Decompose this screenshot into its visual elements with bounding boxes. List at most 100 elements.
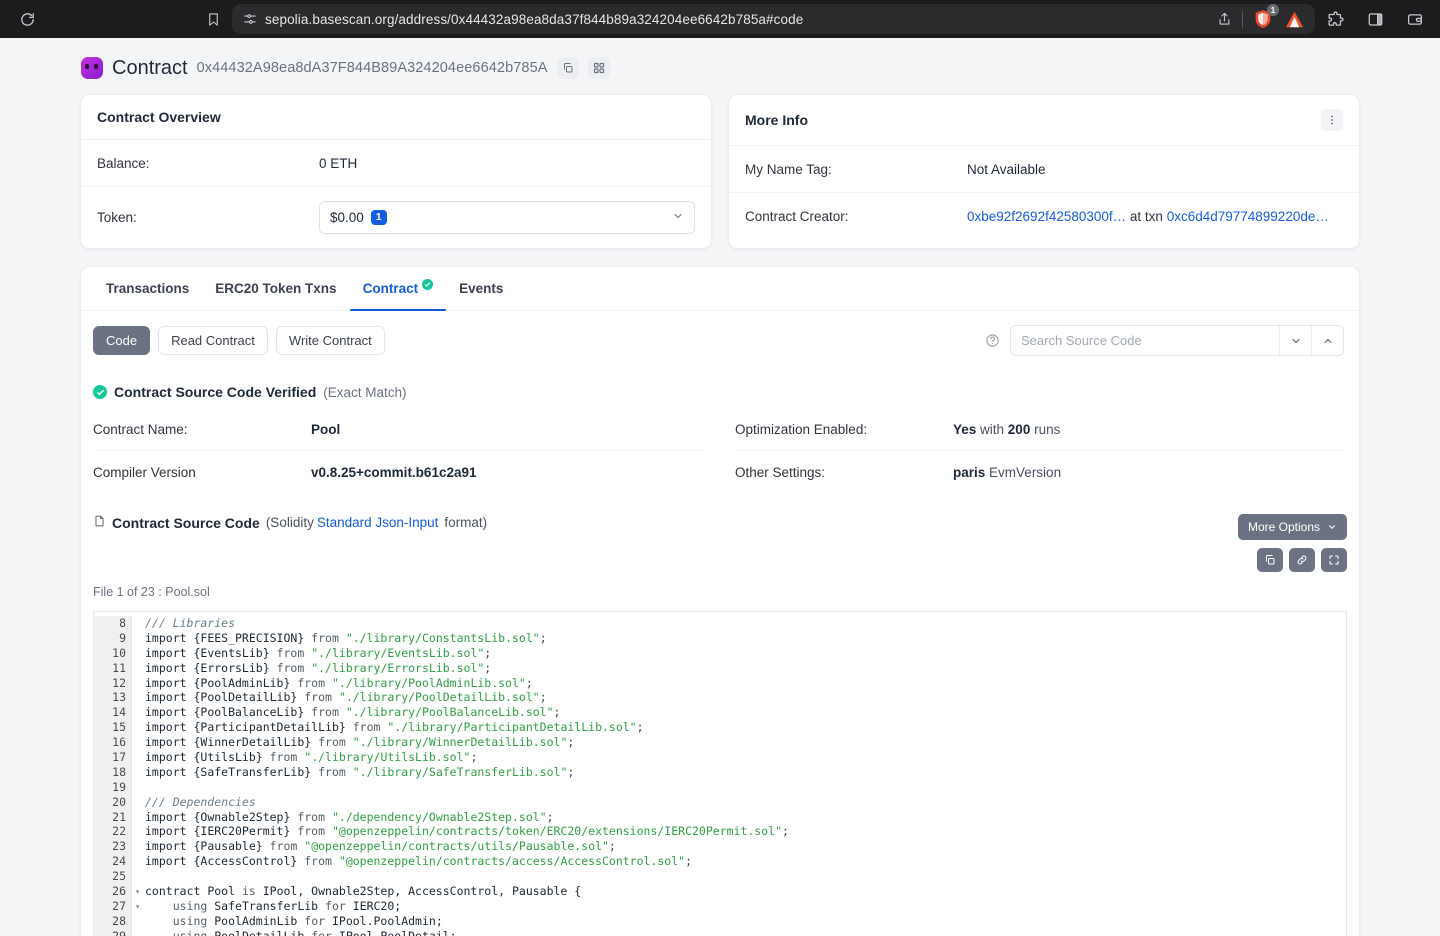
line-number: 22 xyxy=(112,824,126,839)
tab-transactions[interactable]: Transactions xyxy=(93,267,202,310)
fold-toggle-icon[interactable]: ▾ xyxy=(135,900,140,915)
tab-erc20-token-txns[interactable]: ERC20 Token Txns xyxy=(202,267,349,310)
creator-address-link[interactable]: 0xbe92f2692f42580300f… xyxy=(967,209,1126,224)
share-icon[interactable] xyxy=(1215,10,1233,28)
search-input[interactable] xyxy=(1011,326,1279,355)
row-other-settings: Other Settings: paris EvmVersion xyxy=(735,451,1347,494)
tab-label: ERC20 Token Txns xyxy=(215,280,337,296)
code-token: ; xyxy=(567,764,575,779)
brave-leo-icon[interactable] xyxy=(1283,8,1305,30)
code-line: /// Libraries xyxy=(145,616,1346,631)
bookmark-icon[interactable] xyxy=(200,6,226,32)
source-code-viewer[interactable]: 8 9 10 11 12 13 14 15 16 17 18 19 20 21 22 23 24 25 26 ▾ 27 ▾… xyxy=(93,611,1347,936)
code-token: {FEES_PRECISION} xyxy=(186,630,312,645)
subtab-write-contract[interactable]: Write Contract xyxy=(275,326,385,355)
code-token: Pool xyxy=(200,884,242,899)
standard-json-input-link[interactable]: Standard Json-Input xyxy=(317,515,439,530)
other-settings-value: paris EvmVersion xyxy=(953,465,1061,480)
site-settings-icon[interactable] xyxy=(242,12,257,27)
copy-address-button[interactable] xyxy=(556,57,579,79)
url-text: sepolia.basescan.org/address/0x44432a98e… xyxy=(265,11,804,27)
optimization-with: with xyxy=(976,421,1008,437)
code-token: PoolDetailLib xyxy=(207,928,312,936)
fold-toggle-icon[interactable]: ▾ xyxy=(135,885,140,900)
code-line: import {PoolDetailLib} from "./library/P… xyxy=(145,690,1346,705)
name-tag-label: My Name Tag: xyxy=(745,161,832,177)
more-info-menu-button[interactable] xyxy=(1321,109,1343,131)
code-token: import xyxy=(145,705,187,720)
contract-address: 0x44432A98ea8dA37F844B89A324204ee6642b78… xyxy=(196,60,548,76)
more-options-button[interactable]: More Options xyxy=(1237,514,1347,540)
code-token: from xyxy=(297,675,326,690)
row-name-tag: My Name Tag: Not Available xyxy=(729,146,1359,193)
more-info-card: More Info My Name Tag: Not Available Con… xyxy=(728,94,1360,249)
creator-txn-link[interactable]: 0xc6d4d79774899220de… xyxy=(1167,209,1329,224)
token-count-badge: 1 xyxy=(370,210,387,225)
sidebar-toggle-icon[interactable] xyxy=(1362,6,1388,32)
code-token: {UtilsLib} xyxy=(186,750,270,765)
more-options-label: More Options xyxy=(1247,520,1320,534)
row-balance: Balance: 0 ETH xyxy=(81,140,711,187)
code-line: import {AccessControl} from "@openzeppel… xyxy=(145,854,1346,869)
tab-contract[interactable]: Contract xyxy=(349,267,447,311)
line-number: 23 xyxy=(112,839,126,854)
reload-icon[interactable] xyxy=(14,6,40,32)
link-source-button[interactable] xyxy=(1289,548,1315,572)
code-token: import xyxy=(145,735,187,750)
code-line: using PoolAdminLib for IPool.PoolAdmin; xyxy=(145,914,1346,929)
code-token: "@openzeppelin/contracts/access/AccessCo… xyxy=(338,854,686,869)
verification-banner: Contract Source Code Verified (Exact Mat… xyxy=(81,362,1359,408)
line-number: 13 xyxy=(112,690,126,705)
toolbar-divider xyxy=(1242,10,1243,28)
code-token: import xyxy=(145,645,187,660)
code-token: from xyxy=(304,854,332,869)
code-token: "./library/PoolAdminLib.sol" xyxy=(331,675,526,690)
code-line: import {WinnerDetailLib} from "./library… xyxy=(145,735,1346,750)
evm-version-suffix: EvmVersion xyxy=(989,465,1062,480)
copy-source-button[interactable] xyxy=(1257,548,1283,572)
code-token: "./library/PoolDetailLib.sol" xyxy=(338,690,540,705)
code-token: for xyxy=(325,898,346,913)
verification-match: (Exact Match) xyxy=(323,384,407,400)
subtab-code[interactable]: Code xyxy=(93,326,151,355)
code-token: /// Libraries xyxy=(145,616,236,630)
line-number: 12 xyxy=(112,675,126,690)
extensions-icon[interactable] xyxy=(1322,6,1348,32)
source-actions: More Options xyxy=(1237,514,1347,572)
code-content[interactable]: /// Libraries import {FEES_PRECISION} fro… xyxy=(132,612,1346,936)
qr-code-button[interactable] xyxy=(587,57,610,79)
question-circle-icon[interactable] xyxy=(985,333,1000,348)
code-token: ; xyxy=(636,720,644,735)
token-dropdown[interactable]: $0.00 1 xyxy=(319,201,695,234)
source-format-prefix: (Solidity xyxy=(265,515,314,530)
contract-avatar-icon xyxy=(81,57,103,79)
code-token: ; xyxy=(782,824,789,839)
code-token: PoolAdminLib xyxy=(207,913,305,928)
code-token: "./library/ErrorsLib.sol" xyxy=(311,660,485,675)
code-line-numbers: 8 9 10 11 12 13 14 15 16 17 18 19 20 21 22 23 24 25 26 ▾ 27 ▾… xyxy=(94,612,140,936)
code-line: contract Pool is IPool, Ownable2Step, Ac… xyxy=(145,884,1346,899)
subtab-read-contract[interactable]: Read Contract xyxy=(158,326,268,355)
url-bar[interactable]: sepolia.basescan.org/address/0x44432a98e… xyxy=(232,4,1315,34)
tab-events[interactable]: Events xyxy=(446,267,516,310)
code-line: import {FEES_PRECISION} from "./library/… xyxy=(145,631,1346,646)
line-number: 24 xyxy=(112,854,126,869)
search-prev-button[interactable] xyxy=(1311,326,1343,355)
line-number: 26 ▾ xyxy=(112,884,140,899)
code-token: "./library/UtilsLib.sol" xyxy=(304,750,471,765)
code-token: import xyxy=(145,839,187,854)
brave-wallet-icon[interactable] xyxy=(1402,6,1428,32)
search-next-button[interactable] xyxy=(1279,326,1311,355)
line-number: 18 xyxy=(112,764,126,779)
brave-shield-icon[interactable]: 1 xyxy=(1252,4,1279,30)
line-number: 28 xyxy=(112,913,126,928)
compiler-version-label: Compiler Version xyxy=(93,465,196,480)
code-token: IPool.PoolDetail; xyxy=(331,928,457,936)
line-number: 15 xyxy=(112,720,126,735)
code-token: import xyxy=(145,854,187,869)
fullscreen-button[interactable] xyxy=(1321,548,1347,572)
